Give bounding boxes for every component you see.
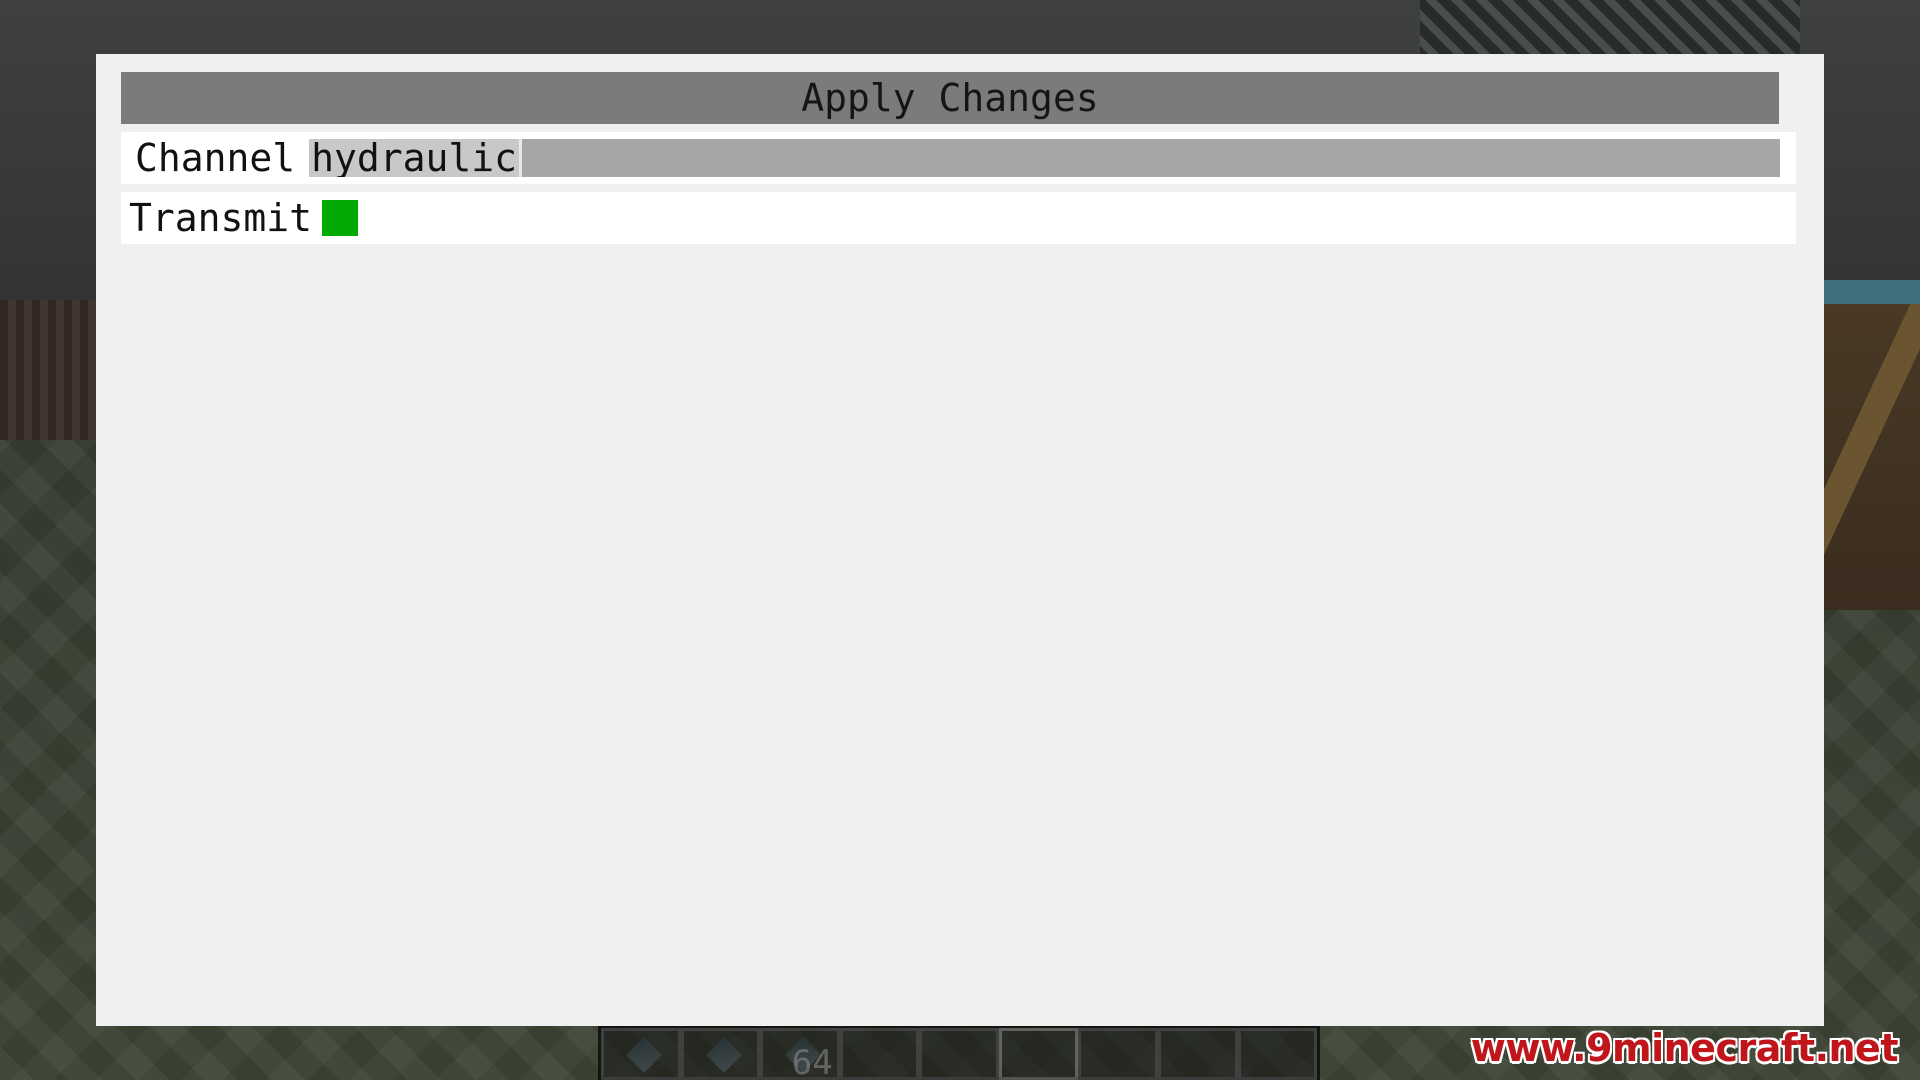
- transmit-toggle[interactable]: [322, 200, 359, 236]
- hotbar-slot-7[interactable]: [1078, 1028, 1158, 1080]
- transmit-row: Transmit: [121, 192, 1796, 244]
- channel-input[interactable]: [309, 139, 520, 177]
- item-icon: [705, 1037, 742, 1073]
- apply-changes-button[interactable]: Apply Changes: [121, 72, 1779, 124]
- tree-leaves: [1420, 0, 1800, 60]
- wooden-structure: [1820, 280, 1920, 610]
- channel-field[interactable]: [309, 139, 1780, 177]
- watermark: www.9minecraft.net: [1470, 1026, 1899, 1070]
- item-icon: [626, 1037, 662, 1073]
- item-count: 64: [791, 1043, 833, 1080]
- water-surface: [1820, 280, 1920, 304]
- dirt-block: [0, 300, 100, 440]
- text-caret: [519, 139, 523, 177]
- hotbar: 64: [598, 1025, 1320, 1080]
- hotbar-slot-8[interactable]: [1157, 1028, 1238, 1080]
- channel-config-dialog: Apply Changes Channel Transmit: [96, 54, 1824, 1026]
- hotbar-slot-4[interactable]: [839, 1028, 920, 1080]
- hotbar-slot-6[interactable]: [998, 1028, 1079, 1080]
- hotbar-slot-3[interactable]: 64: [760, 1028, 840, 1080]
- channel-label: Channel: [135, 136, 296, 180]
- hotbar-slot-9[interactable]: [1237, 1028, 1318, 1080]
- channel-row: Channel: [121, 132, 1796, 184]
- transmit-label: Transmit: [129, 196, 313, 240]
- hotbar-slot-1[interactable]: [601, 1028, 681, 1080]
- hotbar-slot-2[interactable]: [680, 1028, 761, 1080]
- hotbar-slot-5[interactable]: [919, 1028, 999, 1080]
